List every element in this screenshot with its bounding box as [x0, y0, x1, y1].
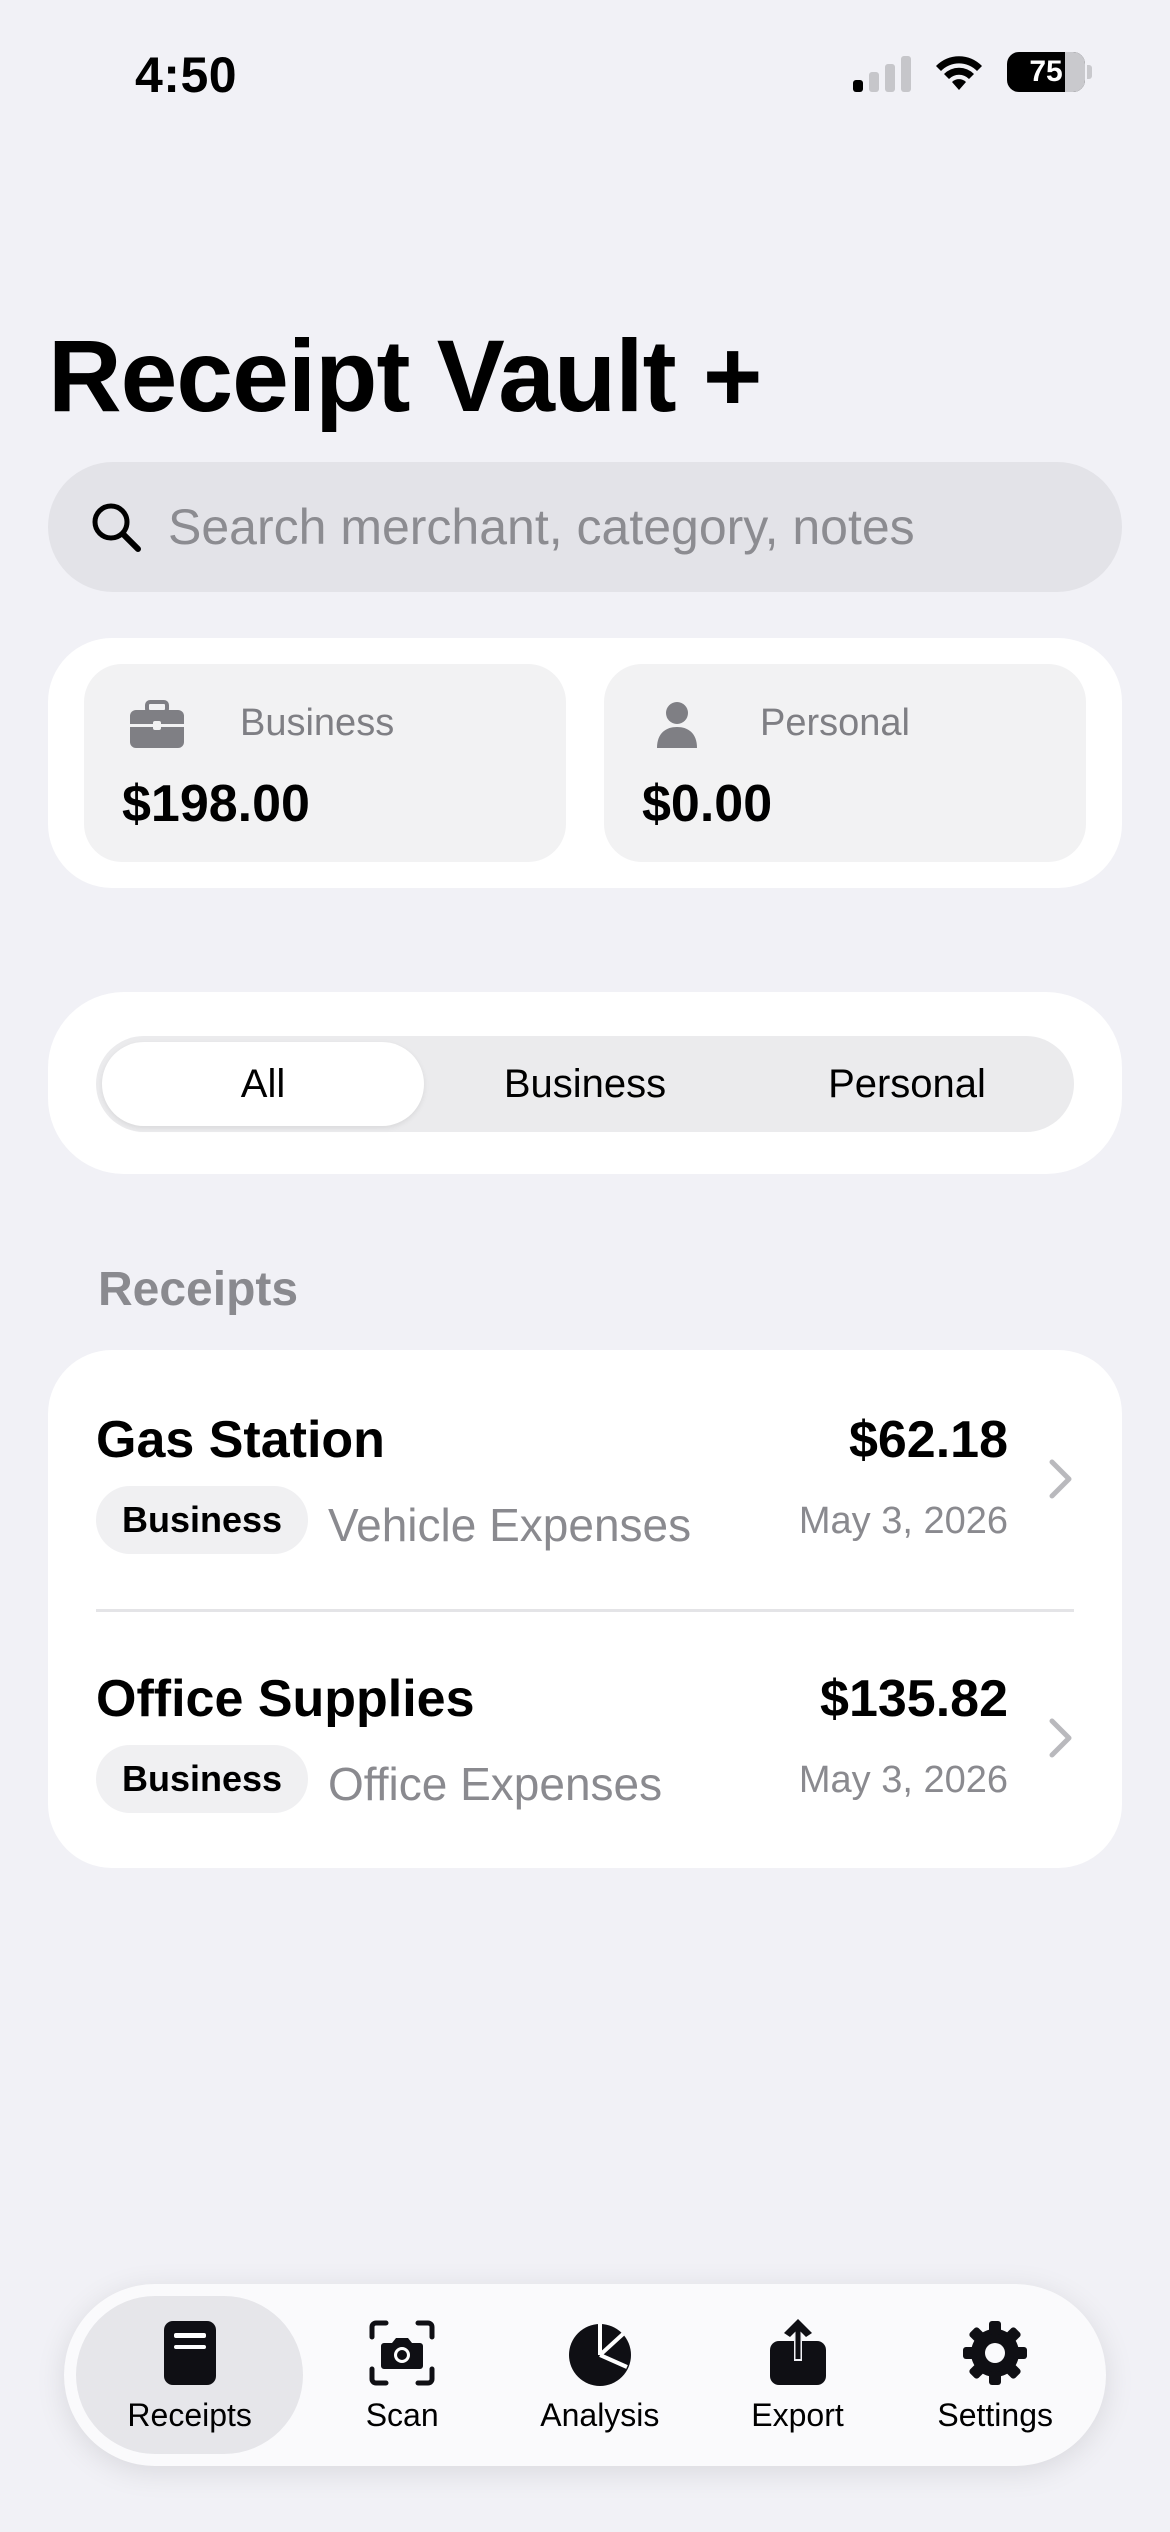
- tab-receipts[interactable]: Receipts: [76, 2296, 304, 2454]
- briefcase-icon: [130, 700, 184, 748]
- battery-level: 75: [1029, 55, 1063, 88]
- receipt-date: May 3, 2026: [798, 1500, 1008, 1542]
- receipt-category: Vehicle Expenses: [328, 1499, 692, 1551]
- search-icon: [92, 503, 141, 552]
- camera-icon: [369, 2320, 435, 2385]
- status-icons: 75: [853, 52, 1092, 92]
- person-icon: [657, 702, 697, 748]
- tab-analysis[interactable]: Analysis: [501, 2296, 699, 2454]
- pie-chart-icon: [568, 2323, 631, 2386]
- receipt-date: May 3, 2026: [798, 1759, 1008, 1801]
- personal-label: Personal: [760, 702, 910, 744]
- receipt-merchant: Office Supplies: [96, 1670, 475, 1728]
- business-total-card[interactable]: Business $198.00: [84, 664, 566, 862]
- tab-scan[interactable]: Scan: [303, 2296, 501, 2454]
- tab-settings[interactable]: Settings: [896, 2296, 1094, 2454]
- tab-scan-label: Scan: [365, 2396, 439, 2433]
- receipt-row[interactable]: Gas Station $62.18 Business Vehicle Expe…: [48, 1350, 1122, 1609]
- filter-all[interactable]: All: [102, 1042, 424, 1126]
- receipt-vault-screen: 4:50 75 Receipt Vault + Search merchant,…: [0, 0, 1170, 2532]
- status-time: 4:50: [135, 47, 238, 103]
- receipt-type-filter: All Business Personal: [96, 1036, 1074, 1132]
- filter-personal[interactable]: Personal: [746, 1042, 1068, 1126]
- tab-receipts-label: Receipts: [127, 2396, 252, 2433]
- search-input[interactable]: [168, 498, 1122, 556]
- receipt-category: Office Expenses: [328, 1758, 663, 1810]
- tab-export-label: Export: [751, 2396, 844, 2433]
- chevron-right-icon: [1049, 1459, 1072, 1499]
- filter-business[interactable]: Business: [424, 1042, 746, 1126]
- filter-panel: All Business Personal: [48, 992, 1122, 1174]
- search-bar[interactable]: [48, 462, 1122, 592]
- receipt-type-tag: Business: [96, 1745, 309, 1813]
- wifi-icon: [936, 56, 982, 90]
- battery-icon: 75: [1007, 52, 1092, 92]
- receipts-section-header: Receipts: [98, 1263, 299, 1316]
- personal-amount: $0.00: [642, 775, 773, 833]
- business-label: Business: [240, 702, 395, 744]
- tab-export[interactable]: Export: [699, 2296, 897, 2454]
- receipt-type-tag: Business: [96, 1486, 309, 1554]
- cellular-signal-icon: [853, 52, 911, 92]
- business-amount: $198.00: [122, 775, 310, 833]
- personal-total-card[interactable]: Personal $0.00: [604, 664, 1086, 862]
- tab-bar: Receipts Scan Analysis Export Settings: [64, 2284, 1106, 2466]
- receipt-list: Gas Station $62.18 Business Vehicle Expe…: [48, 1350, 1122, 1868]
- receipts-icon: [163, 2320, 216, 2385]
- chevron-right-icon: [1049, 1718, 1072, 1758]
- summary-panel: Business $198.00 Personal $0.00: [48, 638, 1122, 888]
- receipt-amount: $135.82: [820, 1670, 1008, 1728]
- tab-analysis-label: Analysis: [540, 2396, 660, 2433]
- gear-icon: [963, 2320, 1028, 2385]
- receipt-merchant: Gas Station: [96, 1411, 385, 1469]
- tab-settings-label: Settings: [937, 2396, 1053, 2433]
- page-title: Receipt Vault +: [48, 319, 762, 433]
- receipt-amount: $62.18: [848, 1411, 1008, 1469]
- share-icon: [769, 2318, 826, 2385]
- receipt-row[interactable]: Office Supplies $135.82 Business Office …: [48, 1609, 1122, 1868]
